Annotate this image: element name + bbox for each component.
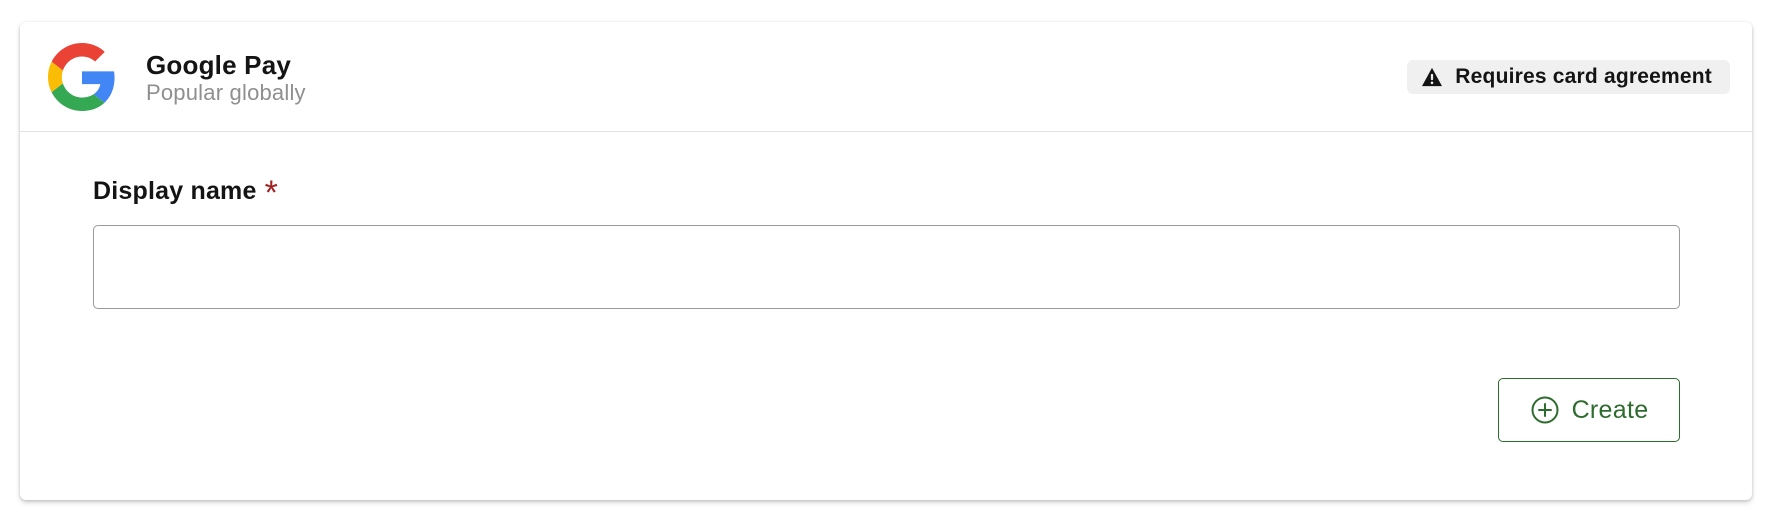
create-button-label: Create bbox=[1571, 395, 1649, 424]
display-name-label-text: Display name bbox=[93, 176, 257, 205]
requirement-badge: Requires card agreement bbox=[1407, 60, 1730, 94]
payment-method-card: Google Pay Popular globally Requires car… bbox=[20, 22, 1752, 500]
plus-circle-icon bbox=[1531, 396, 1559, 424]
display-name-input[interactable] bbox=[93, 225, 1680, 309]
display-name-label: Display name * bbox=[93, 174, 279, 212]
warning-triangle-icon bbox=[1422, 67, 1443, 87]
required-asterisk: * bbox=[264, 174, 279, 212]
badge-label: Requires card agreement bbox=[1455, 65, 1712, 88]
google-logo-icon bbox=[48, 43, 115, 111]
provider-name: Google Pay bbox=[146, 50, 292, 80]
create-button[interactable]: Create bbox=[1498, 378, 1680, 442]
card-header: Google Pay Popular globally Requires car… bbox=[20, 22, 1752, 132]
provider-subtitle: Popular globally bbox=[146, 80, 306, 105]
